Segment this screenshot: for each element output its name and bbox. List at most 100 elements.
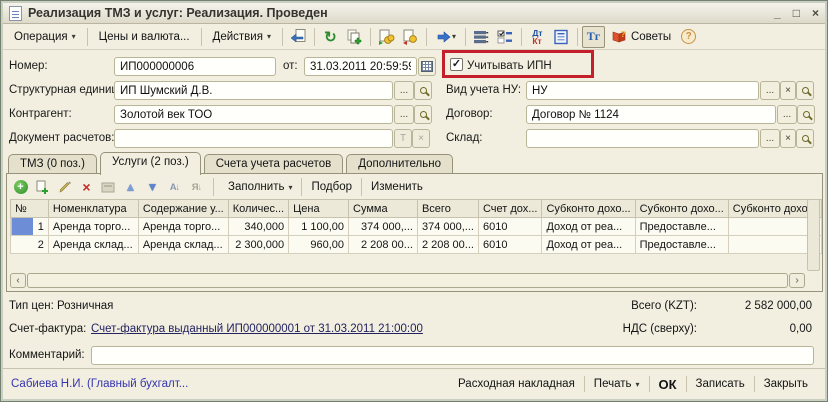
- vid-ucheta-field[interactable]: [526, 81, 759, 100]
- column-header[interactable]: Всего: [417, 200, 478, 218]
- go-to-icon[interactable]: ▾: [431, 26, 461, 48]
- table-cell[interactable]: 374 000,...: [417, 218, 478, 236]
- izmenit-button[interactable]: Изменить: [365, 179, 429, 195]
- strukturnaya-open-button[interactable]: [414, 81, 432, 100]
- scrollbar-thumb[interactable]: [27, 273, 788, 288]
- table-row[interactable]: 2Аренда склад...Аренда склад...2 300,000…: [11, 236, 822, 254]
- table-cell[interactable]: 6010: [478, 236, 541, 254]
- table-cell[interactable]: Предоставле...: [635, 236, 728, 254]
- strukturnaya-select-button[interactable]: ...: [394, 81, 414, 100]
- move-down-button[interactable]: ▼: [144, 179, 161, 196]
- refresh-icon[interactable]: ↻: [319, 26, 342, 48]
- horizontal-scrollbar[interactable]: ‹ ›: [10, 273, 805, 288]
- dogovor-field[interactable]: [526, 105, 776, 124]
- column-header[interactable]: Содержание у...: [138, 200, 228, 218]
- help-icon[interactable]: ?: [677, 26, 700, 48]
- date-field[interactable]: [304, 57, 417, 76]
- deystviya-menu[interactable]: Действия ▾: [206, 28, 278, 46]
- vid-ucheta-clear-button[interactable]: ×: [780, 81, 796, 100]
- sort-desc-button[interactable]: Я↓: [188, 179, 205, 196]
- sort-asc-button[interactable]: А↓: [166, 179, 183, 196]
- table-cell[interactable]: 2 208 00...: [349, 236, 418, 254]
- tenge-toggle-button[interactable]: Тг: [582, 26, 605, 48]
- column-header[interactable]: Количес...: [228, 200, 288, 218]
- tab-uslugi[interactable]: Услуги (2 поз.): [100, 152, 201, 175]
- sklad-clear-button[interactable]: ×: [780, 129, 796, 148]
- sklad-select-button[interactable]: ...: [760, 129, 780, 148]
- dokument-raschetov-clear-button[interactable]: ×: [412, 129, 430, 148]
- table-cell[interactable]: Предоставле...: [635, 218, 728, 236]
- kommentariy-field[interactable]: [91, 346, 814, 365]
- column-visibility-icon[interactable]: [494, 26, 517, 48]
- close-button[interactable]: ×: [812, 6, 819, 20]
- maximize-button[interactable]: □: [793, 6, 800, 20]
- zapolnit-button[interactable]: Заполнить▾: [222, 179, 298, 195]
- uchityvat-ipn-checkbox[interactable]: ✓: [450, 58, 463, 71]
- dt-kt-posting-icon[interactable]: ДтКт: [526, 26, 549, 48]
- table-cell[interactable]: Аренда склад...: [48, 236, 138, 254]
- tab-tmz[interactable]: ТМЗ (0 поз.): [8, 154, 97, 175]
- ceny-i-valyuta-button[interactable]: Цены и валюта...: [92, 28, 197, 46]
- table-cell[interactable]: 1: [11, 218, 49, 236]
- kontragent-select-button[interactable]: ...: [394, 105, 414, 124]
- tab-dopolnitelno[interactable]: Дополнительно: [346, 154, 453, 175]
- table-cell[interactable]: Аренда склад...: [138, 236, 228, 254]
- column-header[interactable]: Счет дох...: [478, 200, 541, 218]
- minimize-button[interactable]: _: [774, 6, 781, 20]
- dogovor-open-button[interactable]: [797, 105, 815, 124]
- vid-ucheta-open-button[interactable]: [796, 81, 814, 100]
- table-cell[interactable]: 6010: [478, 218, 541, 236]
- table-cell[interactable]: 960,00: [289, 236, 349, 254]
- finish-edit-button[interactable]: [100, 179, 117, 196]
- rashodnaya-nakladnaya-button[interactable]: Расходная накладная: [449, 376, 584, 392]
- table-row[interactable]: 1Аренда торго...Аренда торго...340,0001 …: [11, 218, 822, 236]
- vid-ucheta-select-button[interactable]: ...: [760, 81, 780, 100]
- sovety-button[interactable]: ? Советы: [606, 27, 676, 46]
- ok-button[interactable]: ОК: [650, 375, 686, 394]
- vertical-scrollbar[interactable]: [807, 199, 820, 271]
- table-cell[interactable]: Аренда торго...: [138, 218, 228, 236]
- tab-scheta-ucheta[interactable]: Счета учета расчетов: [204, 154, 343, 175]
- table-cell[interactable]: 2 208 00...: [417, 236, 478, 254]
- scroll-right-button[interactable]: ›: [789, 273, 805, 288]
- podbor-button[interactable]: Подбор: [305, 179, 358, 195]
- dogovor-select-button[interactable]: ...: [777, 105, 797, 124]
- column-header[interactable]: Субконто дохо...: [635, 200, 728, 218]
- table-cell[interactable]: 374 000,...: [349, 218, 418, 236]
- table-cell[interactable]: 2 300,000: [228, 236, 288, 254]
- table-cell[interactable]: Доход от реа...: [542, 218, 635, 236]
- sklad-open-button[interactable]: [796, 129, 814, 148]
- kontragent-field[interactable]: [114, 105, 393, 124]
- table-cell[interactable]: 340,000: [228, 218, 288, 236]
- copy-document-icon[interactable]: [343, 26, 366, 48]
- calendar-picker-button[interactable]: [418, 57, 436, 76]
- structure-list-icon[interactable]: [470, 26, 493, 48]
- pechat-button[interactable]: Печать▾: [585, 376, 649, 392]
- kontragent-open-button[interactable]: [414, 105, 432, 124]
- edit-row-button[interactable]: [56, 179, 73, 196]
- column-header[interactable]: Сумма: [349, 200, 418, 218]
- copy-row-button[interactable]: [34, 179, 51, 196]
- sklad-field[interactable]: [526, 129, 759, 148]
- column-header[interactable]: Номенклатура: [48, 200, 138, 218]
- strukturnaya-field[interactable]: [114, 81, 393, 100]
- zakryt-button[interactable]: Закрыть: [755, 376, 817, 392]
- dokument-raschetov-field[interactable]: [114, 129, 393, 148]
- scroll-left-button[interactable]: ‹: [10, 273, 26, 288]
- nomer-field[interactable]: [114, 57, 276, 76]
- column-header[interactable]: №: [11, 200, 49, 218]
- column-header[interactable]: Субконто дохо...: [542, 200, 635, 218]
- table-cell[interactable]: Доход от реа...: [542, 236, 635, 254]
- column-header[interactable]: Цена: [289, 200, 349, 218]
- dokument-raschetov-type-button[interactable]: T: [394, 129, 412, 148]
- table-cell[interactable]: 1 100,00: [289, 218, 349, 236]
- report-icon[interactable]: [550, 26, 573, 48]
- unpost-document-icon[interactable]: [399, 26, 422, 48]
- move-up-button[interactable]: ▲: [122, 179, 139, 196]
- zapisat-button[interactable]: Записать: [687, 376, 754, 392]
- delete-row-button[interactable]: ×: [78, 179, 95, 196]
- post-document-icon[interactable]: [375, 26, 398, 48]
- schet-faktura-link[interactable]: Счет-фактура выданный ИП000000001 от 31.…: [91, 323, 423, 335]
- table-cell[interactable]: Аренда торго...: [48, 218, 138, 236]
- add-row-button[interactable]: +: [12, 179, 29, 196]
